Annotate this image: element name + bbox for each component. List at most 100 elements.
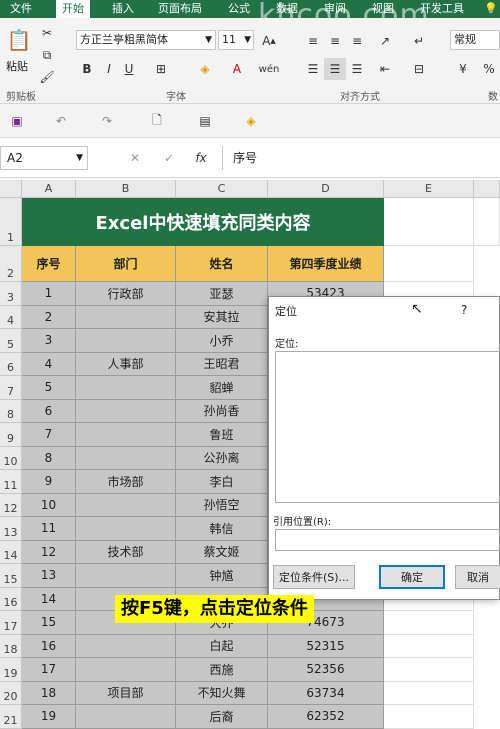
column-header-f[interactable] (474, 180, 500, 198)
cell-name[interactable]: 孙尚香 (176, 399, 268, 423)
format-painter-icon[interactable]: 🖌 (36, 66, 58, 88)
cell[interactable] (384, 198, 474, 246)
merge-center-icon[interactable]: ⊟ (408, 58, 430, 80)
cell-dept[interactable] (76, 493, 176, 517)
help-button[interactable]: ? (461, 303, 467, 317)
cell-no[interactable]: 9 (22, 470, 76, 494)
cell-dept[interactable]: 行政部 (76, 282, 176, 306)
cell-name[interactable]: 鲁班 (176, 423, 268, 447)
paste-icon[interactable]: 📋 (6, 26, 32, 54)
percent-icon[interactable]: % (478, 58, 500, 80)
row-header[interactable]: 13 (0, 517, 22, 541)
cell-no[interactable]: 14 (22, 587, 76, 611)
cell[interactable] (384, 681, 474, 705)
cell[interactable] (384, 705, 474, 729)
row-header[interactable]: 15 (0, 564, 22, 588)
cell-name[interactable]: 公孙离 (176, 446, 268, 470)
enter-icon[interactable]: ✓ (158, 147, 180, 169)
reference-input[interactable] (275, 529, 500, 551)
cell-name[interactable]: 后裔 (176, 705, 268, 729)
font-name-select[interactable]: 方正兰亭粗黑简体 ▼ (76, 30, 216, 50)
column-header-c[interactable]: C (176, 180, 268, 198)
cell-name[interactable]: 钟馗 (176, 564, 268, 588)
number-format-select[interactable]: 常规 (450, 30, 500, 50)
row-header[interactable]: 10 (0, 446, 22, 470)
cell-no[interactable]: 4 (22, 352, 76, 376)
increase-font-icon[interactable]: A ▲ (258, 30, 280, 52)
cell[interactable] (474, 198, 500, 246)
undo-icon[interactable]: ↶ (50, 110, 72, 132)
cell-dept[interactable] (76, 399, 176, 423)
column-header-d[interactable]: D (268, 180, 384, 198)
font-color-icon[interactable]: A (226, 58, 248, 80)
column-header-e[interactable]: E (384, 180, 474, 198)
goto-special-button[interactable]: 定位条件(S)... (273, 565, 355, 589)
fill-color-icon[interactable]: ◈ (194, 58, 216, 80)
cell-name[interactable]: 亚瑟 (176, 282, 268, 306)
cell-dept[interactable] (76, 376, 176, 400)
row-header[interactable]: 8 (0, 399, 22, 423)
cell[interactable] (384, 246, 474, 282)
select-all-corner[interactable] (0, 180, 22, 198)
row-header[interactable]: 16 (0, 587, 22, 611)
row-header[interactable]: 12 (0, 493, 22, 517)
cell-dept[interactable] (76, 329, 176, 353)
cell-score[interactable]: 63734 (268, 681, 384, 705)
row-header[interactable]: 20 (0, 681, 22, 705)
new-doc-icon[interactable]: 🗋 (146, 110, 168, 132)
align-top-icon[interactable]: ≡ (302, 30, 324, 52)
cell-no[interactable]: 13 (22, 564, 76, 588)
cell-dept[interactable]: 技术部 (76, 540, 176, 564)
header-no[interactable]: 序号 (22, 246, 76, 282)
row-header[interactable]: 1 (0, 198, 22, 246)
cell-name[interactable]: 貂蝉 (176, 376, 268, 400)
name-box[interactable]: A2 ▼ (0, 146, 88, 170)
tab-formulas[interactable]: 公式 (222, 0, 256, 18)
cell-no[interactable]: 16 (22, 634, 76, 658)
cell-no[interactable]: 8 (22, 446, 76, 470)
cell-dept[interactable] (76, 446, 176, 470)
row-header[interactable]: 7 (0, 376, 22, 400)
cell-no[interactable]: 17 (22, 658, 76, 682)
cancel-button[interactable]: 取消 (455, 565, 500, 589)
row-header[interactable]: 5 (0, 329, 22, 353)
lightbulb-icon[interactable]: 💡 (478, 0, 500, 18)
formula-input[interactable]: 序号 (222, 146, 500, 170)
column-header-b[interactable]: B (76, 180, 176, 198)
row-header[interactable]: 11 (0, 470, 22, 494)
row-header[interactable]: 4 (0, 305, 22, 329)
cell-no[interactable]: 7 (22, 423, 76, 447)
cell-name[interactable]: 李白 (176, 470, 268, 494)
cell-dept[interactable]: 项目部 (76, 681, 176, 705)
tab-file[interactable]: 文件 (4, 0, 38, 18)
header-dept[interactable]: 部门 (76, 246, 176, 282)
cell-score[interactable]: 52356 (268, 658, 384, 682)
save-icon[interactable]: ▣ (6, 110, 28, 132)
indent-icon[interactable]: ⇤ (374, 58, 396, 80)
form-icon[interactable]: ▤ (194, 110, 216, 132)
underline-icon[interactable]: U (118, 58, 140, 80)
align-bottom-icon[interactable]: ≡ (346, 30, 368, 52)
cell-dept[interactable]: 人事部 (76, 352, 176, 376)
cell-no[interactable]: 2 (22, 305, 76, 329)
cell-no[interactable]: 19 (22, 705, 76, 729)
wrap-text-icon[interactable]: ↵ (408, 30, 430, 52)
sheet-title[interactable]: Excel中快速填充同类内容 (22, 198, 384, 246)
insert-function-icon[interactable]: fx (190, 147, 212, 169)
cell-dept[interactable] (76, 658, 176, 682)
row-header[interactable]: 2 (0, 246, 22, 282)
cell-dept[interactable]: 市场部 (76, 470, 176, 494)
cell-no[interactable]: 18 (22, 681, 76, 705)
row-header[interactable]: 19 (0, 658, 22, 682)
italic-icon[interactable]: I (98, 58, 120, 80)
cell-name[interactable]: 小乔 (176, 329, 268, 353)
row-header[interactable]: 6 (0, 352, 22, 376)
redo-icon[interactable]: ↷ (96, 110, 118, 132)
cell-dept[interactable] (76, 517, 176, 541)
cut-icon[interactable]: ✂ (36, 22, 58, 44)
phonetic-icon[interactable]: wén (258, 58, 280, 80)
tab-insert[interactable]: 插入 (106, 0, 140, 18)
cell-no[interactable]: 15 (22, 611, 76, 635)
font-size-select[interactable]: 11 ▼ (218, 30, 254, 50)
row-header[interactable]: 14 (0, 540, 22, 564)
